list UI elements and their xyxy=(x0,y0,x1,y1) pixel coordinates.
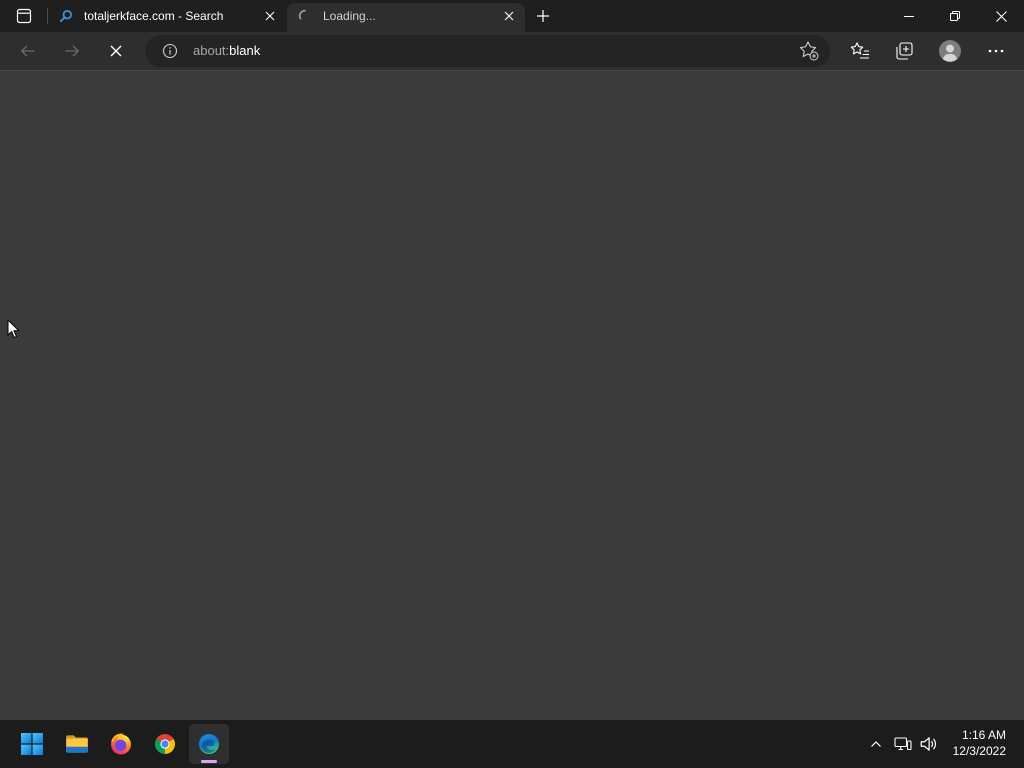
tab-title: totaljerkface.com - Search xyxy=(84,9,224,23)
show-hidden-icons-button[interactable] xyxy=(864,728,888,760)
forward-button[interactable] xyxy=(54,35,90,67)
profile-button[interactable] xyxy=(932,35,968,67)
restore-icon[interactable] xyxy=(950,11,960,21)
favorites-button[interactable] xyxy=(842,35,878,67)
tab-actions-icon[interactable] xyxy=(16,8,32,24)
more-options-icon[interactable] xyxy=(986,41,1006,61)
close-window-button[interactable] xyxy=(978,0,1024,32)
tab-strip: totaljerkface.com - Search Loading... xyxy=(0,0,1024,32)
add-favorite-star-icon[interactable] xyxy=(799,41,819,61)
clock-time: 1:16 AM xyxy=(961,728,1006,742)
info-icon[interactable] xyxy=(162,43,178,59)
firefox-button[interactable] xyxy=(101,724,141,764)
back-button[interactable] xyxy=(10,35,46,67)
page-content xyxy=(0,71,1024,720)
tab-actions-button[interactable] xyxy=(8,2,40,30)
close-icon[interactable] xyxy=(995,10,1007,22)
back-arrow-icon[interactable] xyxy=(20,43,36,59)
search-icon xyxy=(59,10,72,23)
favorites-icon[interactable] xyxy=(850,41,870,61)
address-bar[interactable]: about:blank xyxy=(145,35,830,67)
edge-button[interactable] xyxy=(189,724,229,764)
volume-button[interactable] xyxy=(916,728,940,760)
close-icon[interactable] xyxy=(504,11,514,21)
new-tab-button[interactable] xyxy=(529,2,557,30)
edge-icon[interactable] xyxy=(197,732,221,756)
collections-icon[interactable] xyxy=(894,41,914,61)
taskbar-clock[interactable]: 1:16 AM 12/3/2022 xyxy=(938,727,1006,761)
more-options-button[interactable] xyxy=(978,35,1014,67)
profile-avatar-icon[interactable] xyxy=(939,40,961,62)
network-button[interactable] xyxy=(891,728,915,760)
minimize-button[interactable] xyxy=(886,0,932,32)
collections-button[interactable] xyxy=(886,35,922,67)
site-info-button[interactable] xyxy=(158,39,182,63)
browser-toolbar: about:blank xyxy=(0,32,1024,71)
tab-close-button[interactable] xyxy=(499,6,519,26)
firefox-icon[interactable] xyxy=(109,732,133,756)
chrome-icon[interactable] xyxy=(153,732,177,756)
network-icon[interactable] xyxy=(894,735,912,753)
add-favorite-button[interactable] xyxy=(795,37,823,65)
url-path: blank xyxy=(229,43,261,58)
desktop-screen: totaljerkface.com - Search Loading... ab… xyxy=(0,0,1024,768)
url-scheme: about: xyxy=(193,43,230,58)
windows-start-icon[interactable] xyxy=(21,733,43,755)
volume-icon[interactable] xyxy=(919,735,937,753)
forward-arrow-icon[interactable] xyxy=(64,43,80,59)
plus-icon[interactable] xyxy=(536,9,550,23)
show-hidden-icons-chevron-icon[interactable] xyxy=(868,736,884,752)
minimize-icon[interactable] xyxy=(904,11,914,21)
start-button[interactable] xyxy=(12,724,52,764)
file-explorer-icon[interactable] xyxy=(64,731,90,757)
tab-title: Loading... xyxy=(323,9,376,23)
tab-loading[interactable]: Loading... xyxy=(287,3,525,32)
stop-loading-icon[interactable] xyxy=(110,45,122,57)
taskbar: 1:16 AM 12/3/2022 xyxy=(0,720,1024,768)
mouse-pointer-icon xyxy=(7,319,20,338)
clock-date: 12/3/2022 xyxy=(952,744,1006,758)
active-app-indicator xyxy=(201,760,217,763)
tab-totaljerkface-search[interactable]: totaljerkface.com - Search xyxy=(48,3,285,32)
loading-spinner-icon xyxy=(298,9,306,20)
stop-loading-button[interactable] xyxy=(98,35,134,67)
close-icon[interactable] xyxy=(265,11,275,21)
file-explorer-button[interactable] xyxy=(57,724,97,764)
tab-close-button[interactable] xyxy=(260,6,280,26)
restore-button[interactable] xyxy=(932,0,978,32)
chrome-button[interactable] xyxy=(145,724,185,764)
url-input[interactable]: about:blank xyxy=(193,35,260,67)
